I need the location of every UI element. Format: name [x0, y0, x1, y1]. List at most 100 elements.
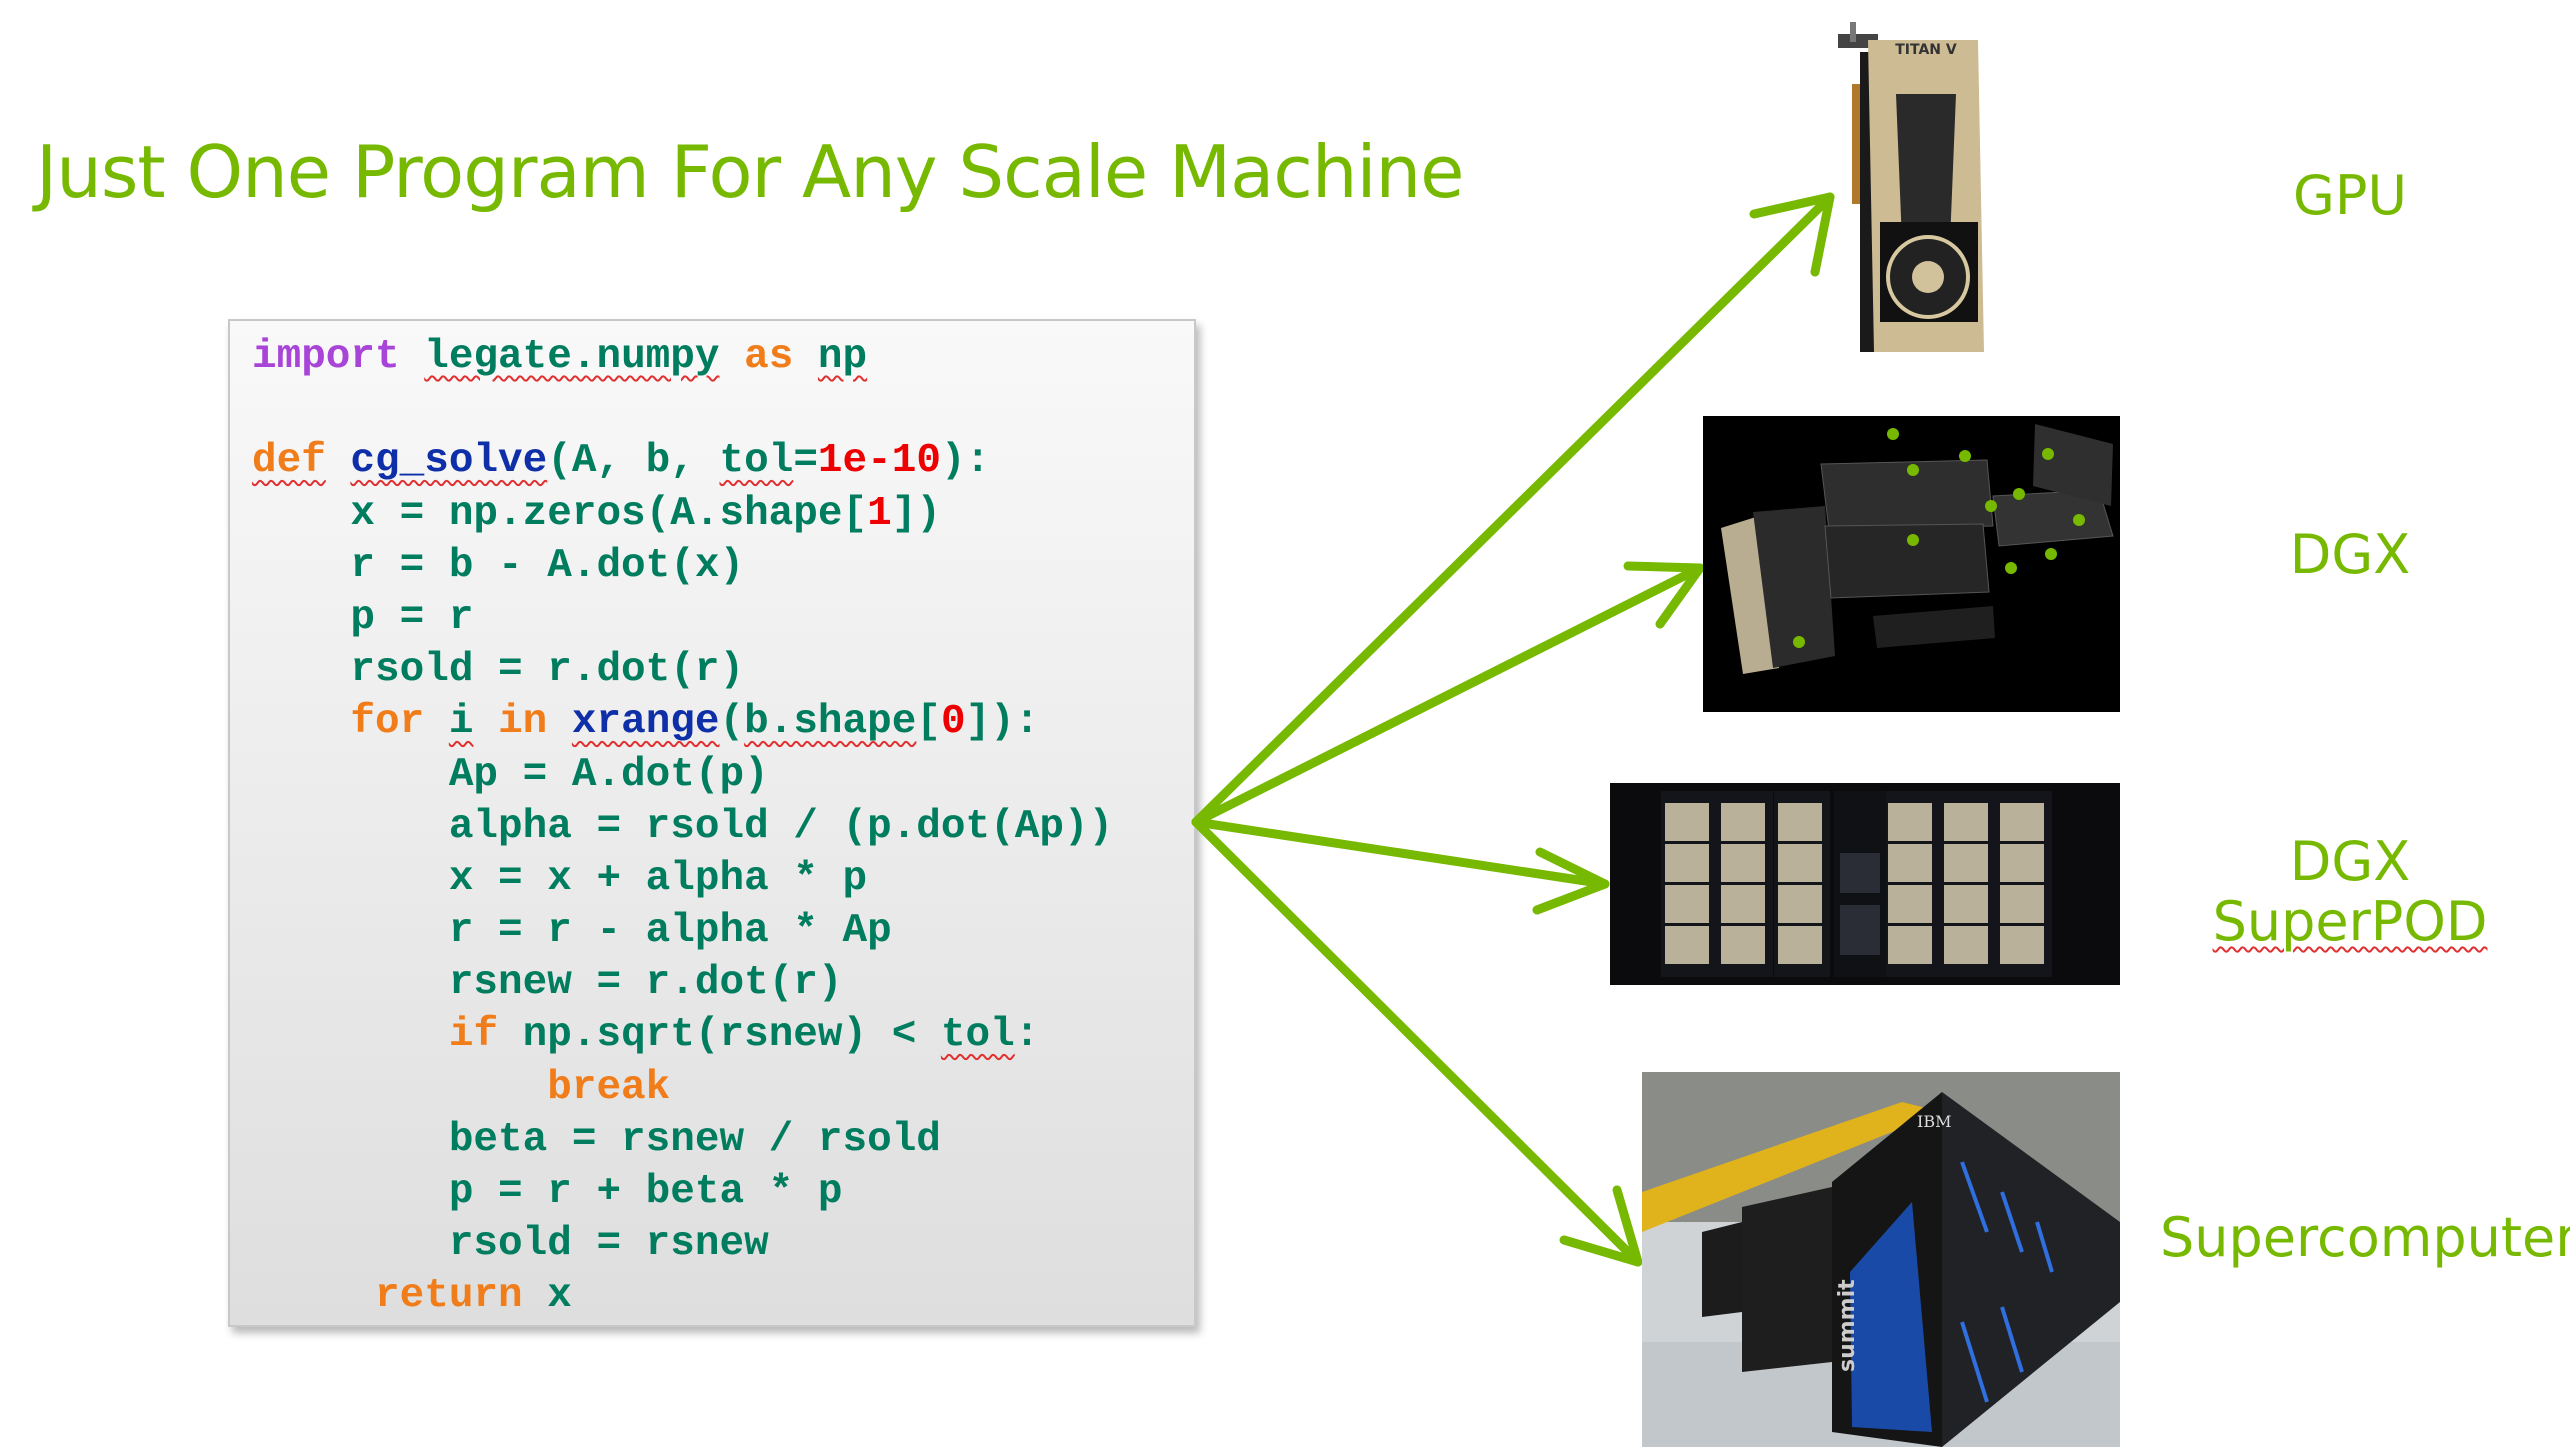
label-dgx-text: DGX: [2289, 523, 2411, 586]
code-token: :: [1014, 1012, 1040, 1059]
code-token: rsold = rsnew: [252, 1221, 769, 1268]
gpu-caption: TITAN V: [1895, 42, 1957, 58]
code-token: import: [252, 334, 400, 380]
code-line: rsold = rsnew: [252, 1218, 1113, 1270]
label-dgx: DGX: [2250, 525, 2450, 585]
code-token: if: [448, 1012, 499, 1059]
code-token: tol: [719, 438, 794, 485]
summit-supercomputer-image: IBM summit: [1642, 1072, 2120, 1447]
code-token: (A, b,: [547, 438, 720, 485]
label-superpod-line2: SuperPOD: [2212, 890, 2488, 953]
code-token: x: [522, 1273, 572, 1320]
code-token: r = b - A.dot(x): [252, 542, 745, 589]
code-token: ):: [940, 438, 991, 485]
code-token: def: [252, 438, 326, 485]
dgx-node: [1944, 926, 1988, 964]
dgx-node: [1778, 803, 1822, 841]
code-line: def cg_solve(A, b, tol=1e-10):: [252, 435, 1113, 487]
code-token: p = r + beta * p: [252, 1169, 843, 1215]
dgx-node: [1888, 926, 1932, 964]
code-token: cg_solve: [350, 438, 548, 485]
dgx-node: [1944, 803, 1988, 841]
label-superpod-line1: DGX: [2289, 830, 2411, 893]
code-token: rsnew = r.dot(r): [252, 960, 843, 1007]
code-token: i: [448, 699, 474, 746]
code-panel: import legate.numpy as np def cg_solve(A…: [228, 319, 1196, 1327]
code-token: 1: [867, 490, 892, 537]
code-token: np.sqrt(rsnew) <: [498, 1012, 941, 1059]
code-token: 0: [940, 699, 966, 746]
code-token: Ap = A.dot(p): [252, 751, 769, 798]
code-token: as: [744, 334, 794, 380]
dgx-node: [1778, 885, 1822, 923]
code-line: p = r: [252, 592, 1113, 644]
code-token: legate.numpy: [424, 334, 720, 380]
label-dgx-superpod: DGX SuperPOD: [2200, 832, 2500, 952]
code-token: x = np.zeros(A.shape[: [252, 490, 868, 537]
slide-title: Just One Program For Any Scale Machine: [36, 130, 1464, 214]
code-line: beta = rsnew / rsold: [252, 1114, 1113, 1166]
arrow-to-supercomputer: [1191, 817, 1643, 1267]
dgx-node: [2000, 844, 2044, 882]
code-token: break: [547, 1064, 671, 1111]
dgx-node: [1944, 885, 1988, 923]
code-line: r = r - alpha * Ap: [252, 905, 1113, 957]
dgx-node: [1665, 885, 1709, 923]
code-token: x = x + alpha * p: [252, 855, 868, 902]
switch: [1840, 853, 1880, 893]
dgx-node: [1721, 803, 1765, 841]
dgx-node: [1665, 926, 1709, 964]
label-gpu: GPU: [2250, 166, 2450, 226]
code-token: ]): [891, 490, 941, 537]
code-line: import legate.numpy as np: [252, 331, 1113, 383]
code-token: tol: [940, 1012, 1015, 1059]
dgx-node: [1888, 844, 1932, 882]
code-token: 1e-10: [817, 438, 941, 485]
code-line: p = r + beta * p: [252, 1166, 1113, 1218]
code-token: rsold = r.dot(r): [252, 647, 745, 694]
code-line: x = x + alpha * p: [252, 853, 1113, 905]
code-token: beta = rsnew / rsold: [252, 1116, 941, 1163]
switch: [1840, 905, 1880, 955]
ibm-caption: IBM: [1917, 1112, 1951, 1131]
code-token: ]):: [965, 699, 1040, 746]
code-line: rsnew = r.dot(r): [252, 957, 1113, 1009]
code-line: r = b - A.dot(x): [252, 540, 1113, 592]
label-supercomputer-text: Supercomputer: [2160, 1206, 2570, 1269]
code-line: x = np.zeros(A.shape[1]): [252, 488, 1113, 540]
dgx-node: [1721, 926, 1765, 964]
code-token: p = r: [252, 594, 474, 641]
dgx-node: [1721, 885, 1765, 923]
code-token: in: [498, 699, 548, 746]
code-token: (: [719, 699, 745, 746]
label-supercomputer: Supercomputer: [2160, 1206, 2570, 1269]
dgx-superpod-racks-image: [1610, 783, 2120, 985]
code-line: if np.sqrt(rsnew) < tol:: [252, 1009, 1113, 1061]
dgx-node: [1721, 844, 1765, 882]
code-line: Ap = A.dot(p): [252, 749, 1113, 801]
code-token: r = r - alpha * Ap: [252, 908, 892, 955]
code-token: for: [350, 699, 425, 746]
dgx-exploded-view-image: [1703, 416, 2120, 712]
dgx-node: [1888, 803, 1932, 841]
dgx-node: [1665, 803, 1709, 841]
summit-caption: summit: [1835, 1279, 1860, 1372]
code-line: rsold = r.dot(r): [252, 644, 1113, 696]
arrow-to-superpod: [1191, 817, 1610, 915]
dgx-node: [1888, 885, 1932, 923]
dgx-node: [1778, 844, 1822, 882]
dgx-node: [1665, 844, 1709, 882]
code-line: break: [252, 1062, 1113, 1114]
code-line: alpha = rsold / (p.dot(Ap)): [252, 801, 1113, 853]
